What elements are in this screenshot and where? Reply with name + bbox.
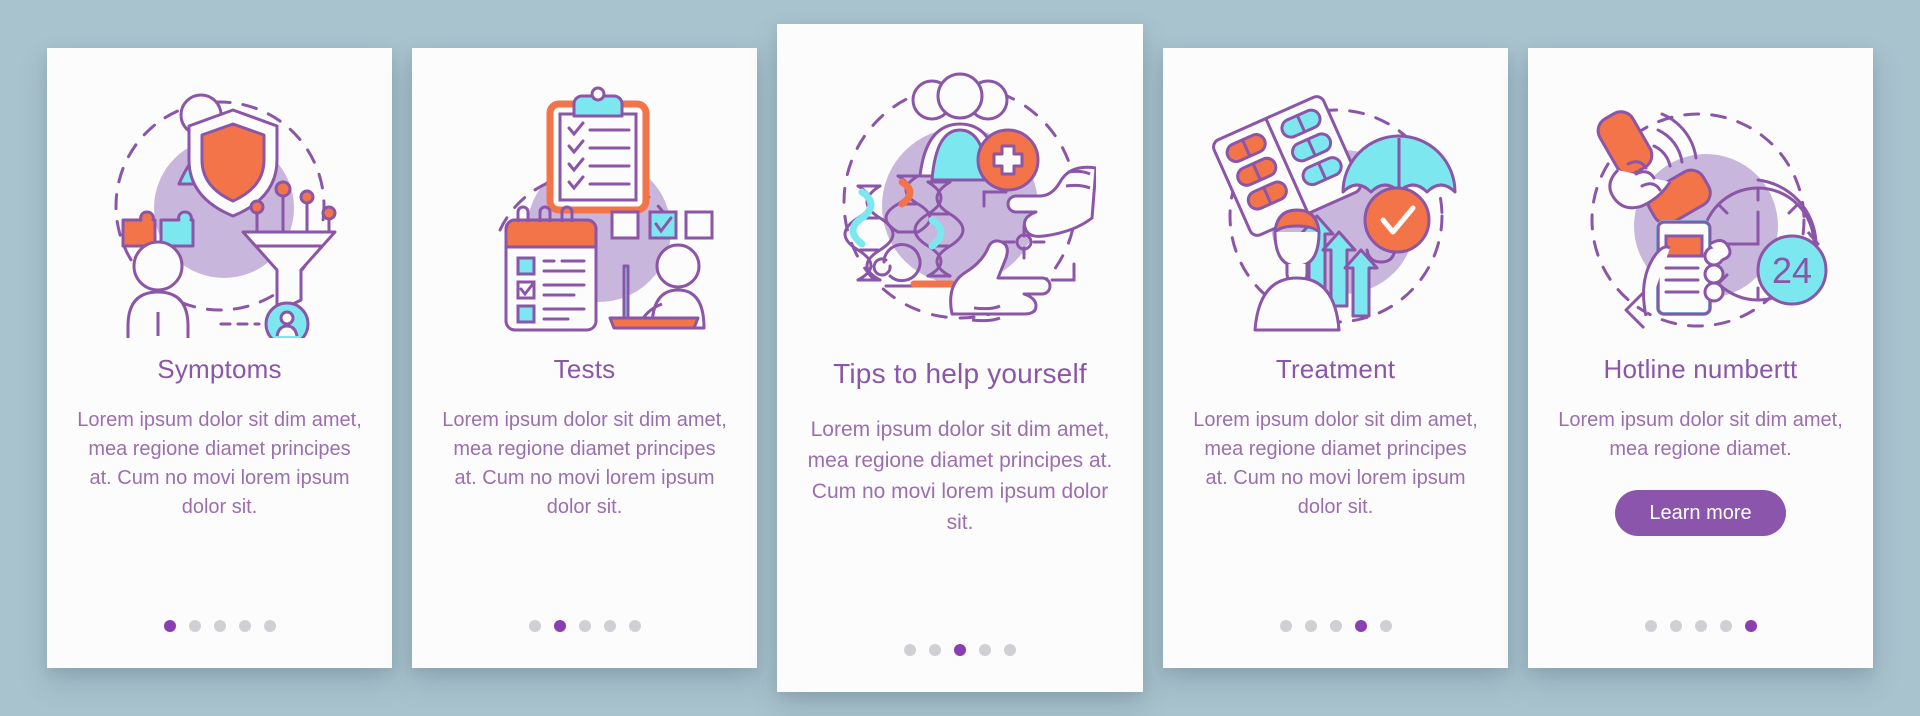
- pagination-dots[interactable]: [412, 620, 757, 632]
- tests-illustration: [436, 74, 733, 344]
- pagination-dot[interactable]: [238, 620, 251, 632]
- pagination-dot[interactable]: [954, 644, 966, 656]
- card-title: Symptoms: [157, 354, 282, 384]
- card-description: Lorem ipsum dolor sit dim amet, mea regi…: [1558, 409, 1843, 460]
- pagination-dot[interactable]: [1379, 620, 1392, 632]
- pagination-dot[interactable]: [263, 620, 276, 632]
- card-tests[interactable]: Tests Lorem ipsum dolor sit dim amet, me…: [412, 48, 757, 668]
- pagination-dot[interactable]: [1694, 620, 1707, 632]
- pagination-dot[interactable]: [929, 644, 941, 656]
- pagination-dot[interactable]: [603, 620, 616, 632]
- pagination-dot[interactable]: [1004, 644, 1016, 656]
- card-title: Treatment: [1275, 354, 1396, 384]
- card-hotline-number[interactable]: 24 Hotline numbertt Lorem ipsum dolor si…: [1528, 48, 1873, 668]
- card-tips-to-help-yourself[interactable]: Tips to help yourself Lorem ipsum dolor …: [777, 24, 1143, 692]
- card-description: Lorem ipsum dolor sit dim amet, mea regi…: [807, 418, 1113, 534]
- card-title: Tests: [553, 354, 616, 384]
- card-description: Lorem ipsum dolor sit dim amet, mea regi…: [1193, 409, 1478, 518]
- tips-illustration: [803, 54, 1117, 346]
- pagination-dot[interactable]: [213, 620, 226, 632]
- hotline-illustration: 24: [1552, 74, 1849, 344]
- pagination-dots[interactable]: [777, 644, 1143, 656]
- pagination-dot[interactable]: [1644, 620, 1657, 632]
- pagination-dot[interactable]: [1744, 620, 1757, 632]
- svg-text:24: 24: [1771, 250, 1811, 291]
- card-title: Tips to help yourself: [833, 358, 1087, 389]
- pagination-dot[interactable]: [1329, 620, 1342, 632]
- pagination-dots[interactable]: [1163, 620, 1508, 632]
- learn-more-button[interactable]: Learn more: [1615, 490, 1786, 536]
- pagination-dot[interactable]: [578, 620, 591, 632]
- onboarding-screens-container: Symptoms Lorem ipsum dolor sit dim amet,…: [0, 0, 1920, 716]
- pagination-dot[interactable]: [163, 620, 176, 632]
- pagination-dot[interactable]: [904, 644, 916, 656]
- pagination-dot[interactable]: [528, 620, 541, 632]
- card-title: Hotline numbertt: [1603, 354, 1798, 384]
- card-description: Lorem ipsum dolor sit dim amet, mea regi…: [442, 409, 727, 518]
- pagination-dot[interactable]: [1354, 620, 1367, 632]
- symptoms-illustration: [71, 74, 368, 344]
- pagination-dot[interactable]: [1279, 620, 1292, 632]
- pagination-dot[interactable]: [628, 620, 641, 632]
- pagination-dot[interactable]: [553, 620, 566, 632]
- pagination-dot[interactable]: [979, 644, 991, 656]
- card-symptoms[interactable]: Symptoms Lorem ipsum dolor sit dim amet,…: [47, 48, 392, 668]
- pagination-dot[interactable]: [1669, 620, 1682, 632]
- pagination-dots[interactable]: [47, 620, 392, 632]
- card-description: Lorem ipsum dolor sit dim amet, mea regi…: [77, 409, 362, 518]
- pagination-dot[interactable]: [188, 620, 201, 632]
- treatment-illustration: [1187, 74, 1484, 344]
- card-treatment[interactable]: Treatment Lorem ipsum dolor sit dim amet…: [1163, 48, 1508, 668]
- pagination-dots[interactable]: [1528, 620, 1873, 632]
- pagination-dot[interactable]: [1719, 620, 1732, 632]
- pagination-dot[interactable]: [1304, 620, 1317, 632]
